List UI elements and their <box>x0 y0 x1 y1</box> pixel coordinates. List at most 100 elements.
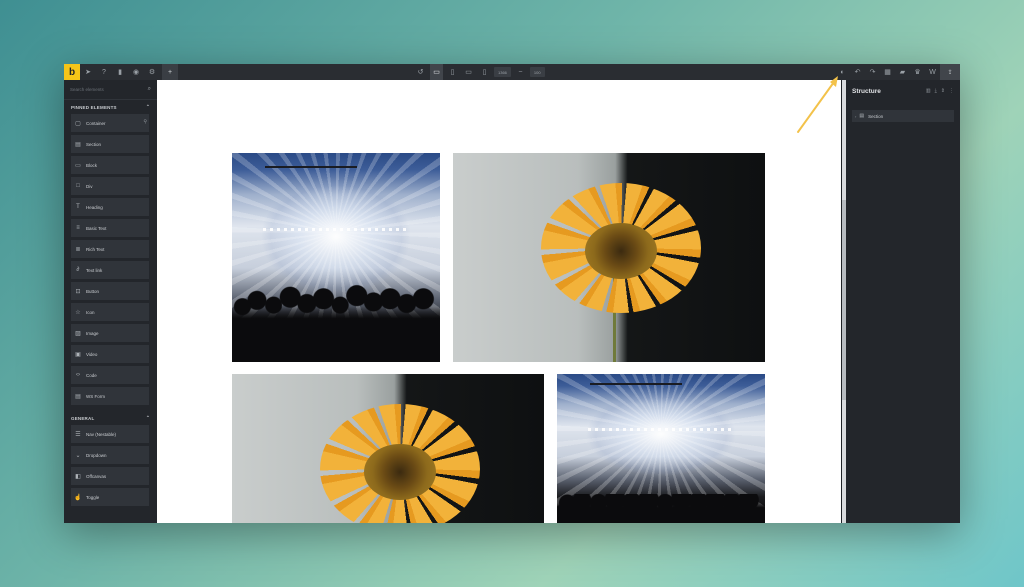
search-input[interactable]: Search elements <box>70 87 148 92</box>
builder-canvas[interactable] <box>157 80 841 523</box>
element-label: Code <box>86 372 97 378</box>
element-toggle[interactable]: ☝ Toggle <box>71 488 149 506</box>
video-icon: ▣ <box>75 351 81 358</box>
element-search[interactable]: Search elements ⌕ <box>64 80 157 100</box>
concert-image[interactable] <box>557 374 765 523</box>
image-icon: ▨ <box>75 330 81 337</box>
element-image[interactable]: ▨ Image <box>71 324 149 342</box>
landscape-breakpoint-icon[interactable]: ▭ <box>462 64 475 80</box>
element-label: Container <box>86 120 106 126</box>
element-label: Nav (Nestable) <box>86 431 117 437</box>
element-label: Block <box>86 162 98 168</box>
element-offcanvas[interactable]: ◧ Offcanvas <box>71 467 149 485</box>
section-header-general[interactable]: GENERAL ⌃ <box>64 411 157 425</box>
undo-icon[interactable]: ↺ <box>414 64 427 80</box>
element-label: Rich Text <box>86 246 105 252</box>
grid-icon[interactable]: ▦ <box>880 64 895 80</box>
element-label: Offcanvas <box>86 473 107 479</box>
element-label: Dropdown <box>86 452 107 458</box>
panel-title: Structure <box>852 87 881 95</box>
element-div[interactable]: □ Div <box>71 177 149 195</box>
element-label: Basic Text <box>86 225 107 231</box>
container-icon: ▢ <box>75 120 81 127</box>
structure-item-label: Section <box>868 113 884 119</box>
mobile-breakpoint-icon[interactable]: ▯ <box>478 64 491 80</box>
element-label: Text link <box>86 267 103 273</box>
div-icon: □ <box>76 183 80 189</box>
offcanvas-icon: ◧ <box>75 473 81 480</box>
element-label: WS Form <box>86 393 105 399</box>
structure-item-section[interactable]: › ▤ Section <box>852 110 954 122</box>
zoom-out-icon[interactable]: − <box>514 64 527 80</box>
element-basic-text[interactable]: ≡ Basic Text <box>71 219 149 237</box>
sunflower-image[interactable] <box>232 374 544 523</box>
element-label: Heading <box>86 204 103 210</box>
button-icon: ⊡ <box>75 288 81 295</box>
element-label: Icon <box>86 309 95 315</box>
element-label: Toggle <box>86 494 100 500</box>
code-icon: ‹› <box>76 372 80 378</box>
element-icon[interactable]: ☆ Icon <box>71 303 149 321</box>
sunflower-image[interactable] <box>453 153 765 362</box>
pin-icon[interactable]: ⚲ <box>143 119 147 125</box>
element-code[interactable]: ‹› Code <box>71 366 149 384</box>
chevron-right-icon[interactable]: › <box>855 114 856 119</box>
save-button[interactable]: ⇪ <box>940 64 960 80</box>
element-ws-form[interactable]: ▤ WS Form <box>71 387 149 405</box>
section-title: PINNED ELEMENTS <box>71 104 117 110</box>
app-logo[interactable]: b <box>64 64 80 80</box>
element-container[interactable]: ▢ Container ⚲ <box>71 114 149 132</box>
chevron-up-icon: ⌃ <box>146 415 150 420</box>
element-block[interactable]: ▭ Block <box>71 156 149 174</box>
element-text-link[interactable]: ∂ Text link <box>71 261 149 279</box>
page-icon[interactable]: ▮ <box>112 64 128 80</box>
templates-icon[interactable]: ♛ <box>910 64 925 80</box>
element-dropdown[interactable]: ⌄ Dropdown <box>71 446 149 464</box>
tablet-breakpoint-icon[interactable]: ▯ <box>446 64 459 80</box>
width-value: 1366 <box>498 69 507 75</box>
redo-history-icon[interactable]: ↷ <box>865 64 880 80</box>
section-icon: ▤ <box>75 141 81 148</box>
element-heading[interactable]: T Heading <box>71 198 149 216</box>
element-section[interactable]: ▤ Section <box>71 135 149 153</box>
block-icon: ▭ <box>75 162 81 169</box>
globe-icon[interactable]: ◉ <box>128 64 144 80</box>
form-icon: ▤ <box>75 393 81 400</box>
element-label: Section <box>86 141 102 147</box>
desktop-breakpoint-icon[interactable]: ▭ <box>430 64 443 80</box>
trash-icon[interactable]: ▥ <box>926 88 931 94</box>
annotation-arrow <box>797 76 838 133</box>
more-icon[interactable]: ⋮ <box>949 88 954 94</box>
star-icon: ☆ <box>75 309 81 316</box>
element-label: Image <box>86 330 99 336</box>
gear-icon[interactable]: ⚙ <box>144 64 160 80</box>
element-label: Div <box>86 183 93 189</box>
chevron-up-icon: ⌃ <box>146 104 150 109</box>
dropdown-icon: ⌄ <box>75 452 81 459</box>
width-input[interactable]: 1366 <box>494 67 511 77</box>
help-icon[interactable]: ? <box>96 64 112 80</box>
section-title: GENERAL <box>71 415 95 421</box>
structure-header: Structure ▥ ⤓ ⇕ ⋮ <box>846 80 960 102</box>
toggle-icon: ☝ <box>74 494 82 501</box>
wordpress-icon[interactable]: W <box>925 64 940 80</box>
rich-text-icon: ≣ <box>75 246 81 253</box>
concert-image[interactable] <box>232 153 440 362</box>
undo-history-icon[interactable]: ↶ <box>850 64 865 80</box>
cursor-icon[interactable]: ➤ <box>80 64 96 80</box>
add-element-button[interactable]: + <box>162 64 178 80</box>
expand-icon[interactable]: ⇕ <box>941 88 945 94</box>
element-label: Video <box>86 351 98 357</box>
download-icon[interactable]: ⤓ <box>935 88 937 94</box>
element-button[interactable]: ⊡ Button <box>71 282 149 300</box>
element-rich-text[interactable]: ≣ Rich Text <box>71 240 149 258</box>
zoom-input[interactable]: 100 <box>529 67 545 77</box>
link-icon: ∂ <box>76 267 80 273</box>
element-nav-nestable[interactable]: ☰ Nav (Nestable) <box>71 425 149 443</box>
element-video[interactable]: ▣ Video <box>71 345 149 363</box>
nav-icon: ☰ <box>75 431 81 438</box>
section-header-pinned[interactable]: PINNED ELEMENTS ⌃ <box>64 100 157 114</box>
element-label: Button <box>86 288 100 294</box>
zoom-value: 100 <box>533 69 541 75</box>
folder-icon[interactable]: ▰ <box>895 64 910 80</box>
